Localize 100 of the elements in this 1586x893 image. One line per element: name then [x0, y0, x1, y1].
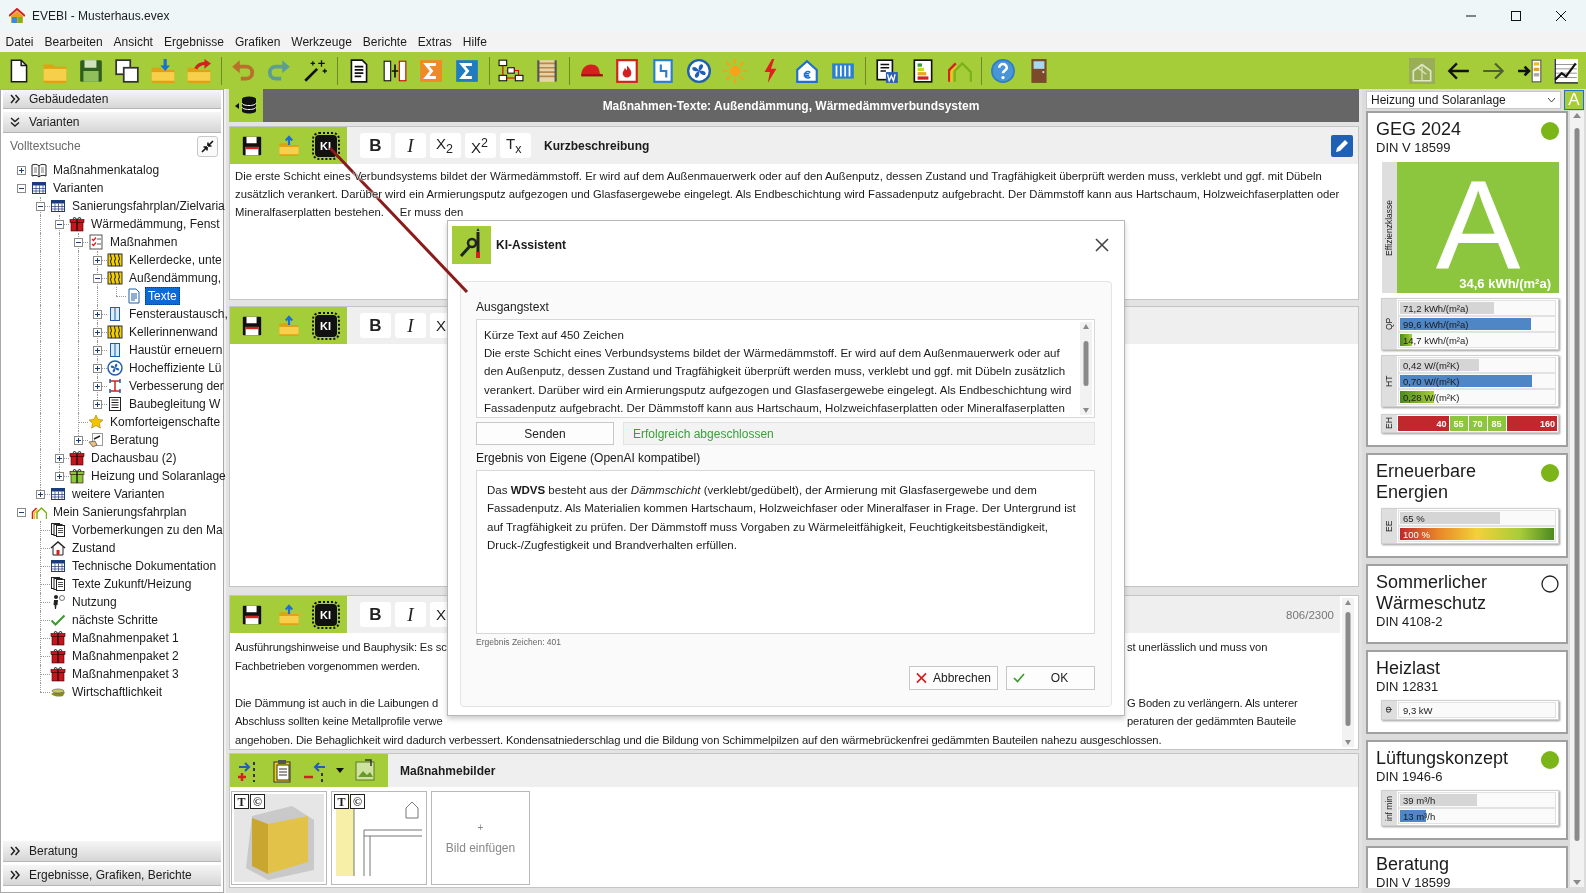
search-field[interactable]: Volltextsuche [10, 139, 160, 153]
tree-item[interactable]: Vorbemerkungen zu den Ma [69, 521, 226, 539]
flame-icon[interactable] [614, 57, 640, 84]
tree-item[interactable]: Kellerdecke, unte [126, 251, 225, 269]
tree-item[interactable]: Technische Dokumentation [69, 557, 220, 575]
tree-item[interactable]: Wärmedämmung, Fenst [88, 215, 223, 233]
folder-upload-icon[interactable] [277, 603, 300, 626]
format-button[interactable]: X$^{2}$ [465, 133, 496, 158]
expand-icon[interactable] [93, 381, 102, 391]
format-button[interactable]: B [360, 313, 391, 338]
ok-button[interactable]: OK [1006, 666, 1095, 690]
expand-icon[interactable] [93, 309, 102, 319]
tree-item[interactable]: Fensteraustausch, [126, 305, 231, 323]
expand-icon[interactable] [74, 435, 83, 445]
save-icon[interactable] [240, 134, 263, 157]
variant-select[interactable]: Heizung und Solaranlage [1366, 90, 1561, 109]
expand-icon[interactable] [93, 363, 102, 373]
menu-item[interactable]: Extras [412, 33, 458, 50]
tree-item[interactable]: Maßnahmenpaket 2 [69, 647, 182, 665]
help-icon[interactable] [990, 57, 1016, 84]
format-button[interactable]: B [360, 602, 391, 627]
tree-item[interactable]: Hocheffiziente Lü [126, 359, 225, 377]
tree-item[interactable]: Zustand [69, 539, 119, 557]
tree-item[interactable]: nächste Schritte [69, 611, 162, 629]
collapse-icon[interactable] [93, 273, 102, 283]
tree-item[interactable]: weitere Varianten [69, 485, 168, 503]
image-export-icon[interactable] [353, 758, 377, 783]
save-icon[interactable] [240, 314, 263, 337]
section-header[interactable]: Varianten [3, 112, 221, 133]
format-button[interactable]: T$_{x}$ [500, 133, 531, 158]
scrollbar[interactable] [1570, 111, 1584, 887]
tree-item[interactable]: Nutzung [69, 593, 120, 611]
image-thumbnail[interactable]: T © [331, 791, 427, 885]
send-button[interactable]: Senden [476, 422, 614, 445]
caret-down-icon[interactable] [336, 768, 344, 773]
scrollbar[interactable] [1342, 598, 1354, 747]
close-icon[interactable] [1556, 10, 1566, 21]
tree-item[interactable]: Heizung und Solaranlage [88, 467, 229, 485]
menu-item[interactable]: Ansicht [108, 33, 159, 50]
import-folder-icon[interactable] [150, 57, 176, 84]
ai-button[interactable]: KI [314, 603, 337, 626]
save-icon[interactable] [240, 603, 263, 626]
house-euro-icon[interactable] [794, 57, 820, 84]
tree-item[interactable]: Haustür erneuern [126, 341, 226, 359]
collapse-icon[interactable] [17, 183, 26, 193]
line-chart-icon[interactable] [1553, 57, 1579, 84]
tree-item[interactable]: Komforteigenschafte [107, 413, 224, 431]
maximize-icon[interactable] [1511, 10, 1521, 21]
tree-item[interactable]: Varianten [50, 179, 107, 197]
expand-icon[interactable] [36, 489, 45, 499]
menu-item[interactable]: Datei [0, 33, 39, 50]
format-button[interactable]: X$_{2}$ [430, 133, 461, 158]
tree-item[interactable]: Texte [145, 287, 180, 305]
tree-item[interactable]: Maßnahmenpaket 3 [69, 665, 182, 683]
tree-item[interactable]: Mein Sanierungsfahrplan [50, 503, 190, 521]
tree-item[interactable]: Beratung [107, 431, 162, 449]
source-text-field[interactable]: Kürze Text auf 450 Zeichen Die erste Schicht eines Verbundsystems bildet der Wärmedämmstoff. Er wird auf dem Außenmauerwerk oder auf den Außenputz, dessen Zustand und Tragfähigkeit überprüft werden muss, verklebt und ggf. mit Dübeln zusätzlich verankert. Darüber wird ein Armierungsputz aufgezogen und Glasfasergewebe eingelegt. Als Endbeschichtung wird Fassadenputz aufgebracht. Der Dämmstoff kann aus Hartschaum, Holzweichfaserplatten oder Mineralfaserplatten [476, 319, 1095, 418]
tree-item[interactable]: Verbesserung der [126, 377, 227, 395]
export-folder-icon[interactable] [186, 57, 212, 84]
section-header[interactable]: Ergebnisse, Grafiken, Berichte [3, 865, 221, 886]
scrollbar[interactable] [1080, 322, 1092, 415]
collapse-button[interactable] [197, 135, 218, 157]
tree-item[interactable]: Maßnahmenpaket 1 [69, 629, 182, 647]
folder-upload-icon[interactable] [277, 134, 300, 157]
tree-diagram-icon[interactable] [498, 57, 524, 84]
fan-icon[interactable] [686, 57, 712, 84]
collapse-icon[interactable] [74, 237, 83, 247]
collapse-icon[interactable] [55, 219, 64, 229]
expand-icon[interactable] [93, 255, 102, 265]
tree-item[interactable]: Kellerinnenwand [126, 323, 221, 341]
copy-icon[interactable] [114, 57, 140, 84]
database-icon[interactable] [229, 89, 263, 122]
add-image-button[interactable]: + Bild einfügen [431, 791, 530, 885]
clipboard-icon[interactable] [270, 758, 294, 783]
ai-button[interactable]: KI [314, 134, 337, 157]
tree-item[interactable]: Maßnahmenkatalog [50, 161, 163, 179]
magic-wand-icon[interactable] [302, 57, 328, 84]
tree-item[interactable]: Maßnahmen [107, 233, 181, 251]
cancel-button[interactable]: Abbrechen [909, 666, 998, 690]
edit-icon[interactable] [1331, 134, 1353, 157]
expand-icon[interactable] [55, 471, 64, 481]
wall-layers-icon[interactable] [534, 57, 560, 84]
menu-item[interactable]: Hilfe [457, 33, 493, 50]
expand-icon[interactable] [17, 165, 26, 175]
format-button[interactable]: B [360, 133, 391, 158]
result-text-field[interactable]: Das WDVS besteht aus der Dämmschicht (verklebt/gedübelt), der Armierung mit Glasfasergewebe und dem Fassadenputz. Als Materialien kommen Hartschaum, Holzweichfaser oder Mineralfaser in Frage. Der Untergrund ist auf Tragfähigkeit zu prüfen. Der Dämmstoff muss Vorgaben zu Wärmeleitfähigkeit, Feuchtigkeitsbeständigkeit, Druck-/Zugfestigkeit und Brandverhalten erfüllen. [476, 470, 1095, 634]
pipe-icon[interactable] [650, 57, 676, 84]
report-document-icon[interactable] [874, 57, 900, 84]
arrow-meter-icon[interactable] [1517, 57, 1543, 84]
tree-item[interactable]: Wirtschaftlichkeit [69, 683, 166, 701]
tree-item[interactable]: Außendämmung, [126, 269, 225, 287]
format-button[interactable]: I [395, 133, 426, 158]
format-button[interactable]: I [395, 602, 426, 627]
collapse-icon[interactable] [17, 507, 26, 517]
menu-item[interactable]: Bearbeiten [39, 33, 109, 50]
menu-item[interactable]: Berichte [357, 33, 413, 50]
format-button[interactable]: I [395, 313, 426, 338]
tree-item[interactable]: Sanierungsfahrplan/Zielvaria [69, 197, 228, 215]
sigma-icon[interactable] [454, 57, 480, 84]
expand-icon[interactable] [93, 399, 102, 409]
